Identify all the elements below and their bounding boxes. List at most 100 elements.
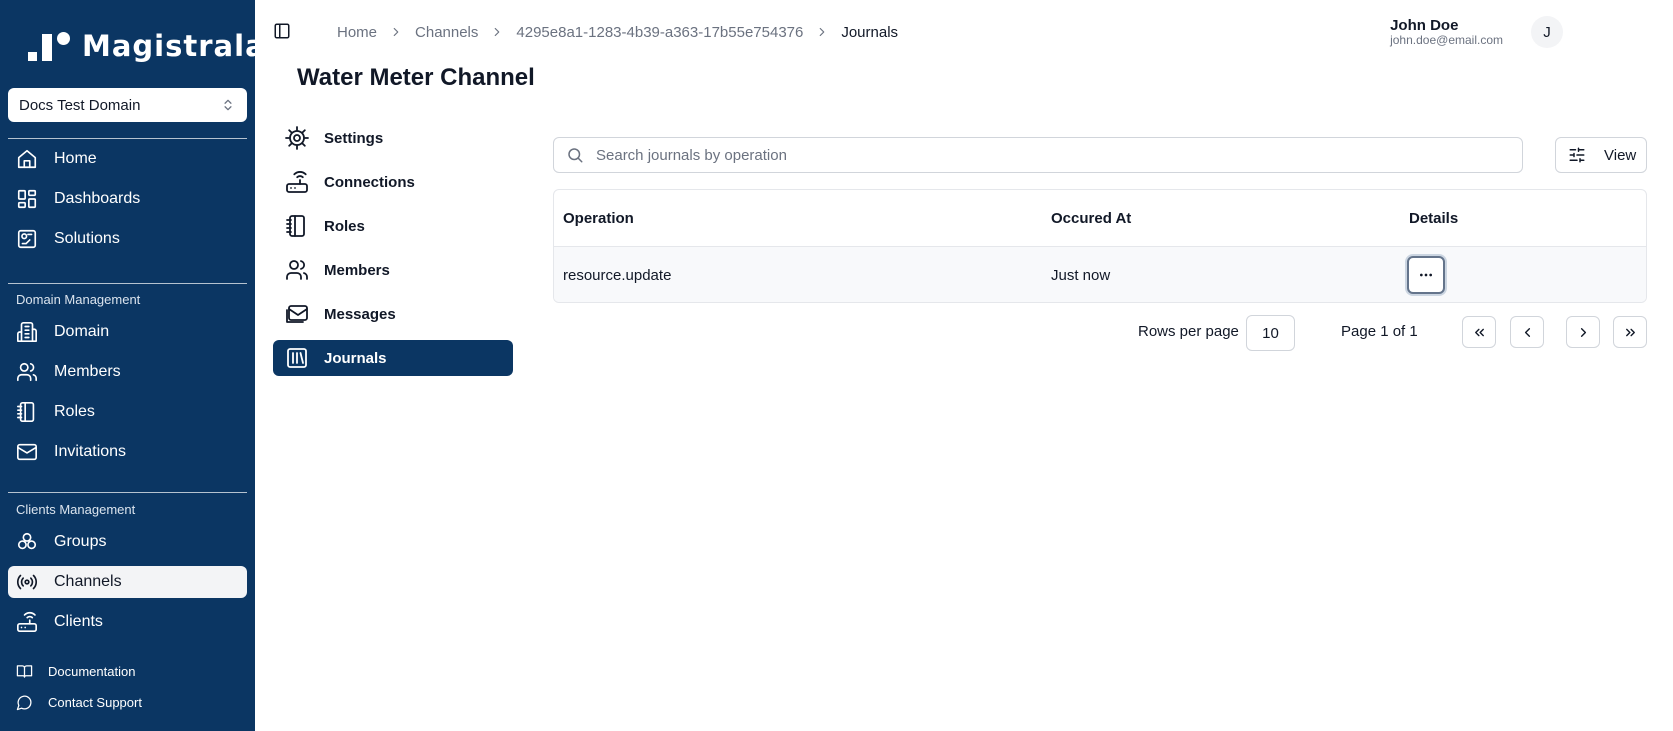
subnav-label: Journals <box>324 349 387 367</box>
sidebar-item-groups[interactable]: Groups <box>8 526 247 558</box>
section-label-domain: Domain Management <box>16 292 141 307</box>
subnav-settings[interactable]: Settings <box>273 120 513 156</box>
radio-icon <box>16 574 38 590</box>
journals-table: Operation Occured At Details resource.up… <box>553 189 1647 303</box>
chevrons-right-icon <box>1625 328 1635 336</box>
subnav-journals[interactable]: Journals <box>273 340 513 376</box>
sidebar-item-domain[interactable]: Domain <box>8 316 247 348</box>
chevrons-up-down-icon <box>224 99 232 111</box>
sidebar-item-channels[interactable]: Channels <box>8 566 247 598</box>
avatar[interactable]: J <box>1531 16 1563 48</box>
magistrala-logo-icon <box>26 28 74 64</box>
breadcrumb-channels[interactable]: Channels <box>415 24 478 41</box>
sidebar-item-label: Roles <box>54 403 95 420</box>
view-button[interactable]: View <box>1555 137 1647 173</box>
page-indicator: Page 1 of 1 <box>1341 323 1418 340</box>
subnav-roles[interactable]: Roles <box>273 208 513 244</box>
chat-icon <box>16 695 32 710</box>
subnav-connections[interactable]: Connections <box>273 164 513 200</box>
users-icon <box>17 362 37 382</box>
cell-operation: resource.update <box>563 266 672 284</box>
chevron-right-icon <box>495 27 500 37</box>
domain-selector-value: Docs Test Domain <box>19 96 141 114</box>
subnav-label: Settings <box>324 129 384 147</box>
table-row[interactable]: resource.update Just now <box>554 247 1646 302</box>
domain-selector[interactable]: Docs Test Domain <box>8 88 247 122</box>
sidebar-link-documentation[interactable]: Documentation <box>16 659 246 683</box>
sidebar-item-roles[interactable]: Roles <box>8 396 247 428</box>
brand-name: Magistrala <box>82 29 266 63</box>
search-icon <box>568 148 583 163</box>
page-title: Water Meter Channel <box>297 64 535 91</box>
view-button-label: View <box>1604 146 1637 164</box>
search-input[interactable] <box>596 146 1496 164</box>
sidebar-link-contact-support[interactable]: Contact Support <box>16 690 246 714</box>
sidebar-item-label: Dashboards <box>54 190 141 207</box>
last-page-button[interactable] <box>1613 316 1647 348</box>
next-page-button[interactable] <box>1566 316 1600 348</box>
groups-icon <box>17 532 37 550</box>
brand-logo[interactable]: Magistrala <box>26 26 266 66</box>
search-box[interactable] <box>553 137 1523 173</box>
subnav-label: Roles <box>324 217 365 235</box>
sidebar-item-label: Channels <box>54 573 122 590</box>
chevron-right-icon <box>820 27 825 37</box>
details-button[interactable] <box>1407 256 1445 294</box>
gear-icon <box>285 126 309 150</box>
router-icon <box>17 611 37 632</box>
column-header-occurred-at[interactable]: Occured At <box>1051 210 1131 227</box>
sidebar-item-members[interactable]: Members <box>8 356 247 388</box>
router-icon <box>286 171 308 193</box>
section-label-clients: Clients Management <box>16 502 136 517</box>
subnav-messages[interactable]: Messages <box>273 296 513 332</box>
dashboard-icon <box>17 189 37 209</box>
user-email: john.doe@email.com <box>1390 33 1503 47</box>
sidebar-item-label: Groups <box>54 533 107 550</box>
subnav-members[interactable]: Members <box>273 252 513 288</box>
solutions-icon <box>17 229 37 249</box>
sidebar-item-clients[interactable]: Clients <box>8 606 247 638</box>
users-icon <box>286 260 308 280</box>
sidebar-item-label: Solutions <box>54 230 120 247</box>
rows-per-page-label: Rows per page <box>1138 323 1239 340</box>
breadcrumb-home[interactable]: Home <box>337 24 377 41</box>
chevron-right-icon <box>1580 327 1586 337</box>
breadcrumb: Home Channels 4295e8a1-1283-4b39-a363-17… <box>337 22 898 42</box>
sidebar-item-invitations[interactable]: Invitations <box>8 436 247 468</box>
sliders-icon <box>1569 147 1585 163</box>
sidebar-toggle-button[interactable] <box>273 22 293 42</box>
mail-icon <box>286 305 308 323</box>
home-icon <box>17 149 37 169</box>
sidebar: Magistrala Docs Test Domain Home Dashboa… <box>0 0 265 731</box>
chevron-left-icon <box>1524 327 1530 337</box>
notebook-icon <box>17 402 35 422</box>
first-page-button[interactable] <box>1462 316 1496 348</box>
user-info[interactable]: John Doe john.doe@email.com <box>1390 17 1503 47</box>
cell-occurred-at: Just now <box>1051 266 1111 284</box>
sidebar-item-home[interactable]: Home <box>8 143 247 175</box>
ellipsis-icon <box>1420 273 1432 277</box>
subnav-label: Messages <box>324 305 396 323</box>
column-header-operation[interactable]: Operation <box>563 210 634 227</box>
mail-icon <box>17 443 37 461</box>
previous-page-button[interactable] <box>1510 316 1544 348</box>
sidebar-item-dashboards[interactable]: Dashboards <box>8 183 247 215</box>
sidebar-link-label: Documentation <box>48 663 136 679</box>
sidebar-item-label: Members <box>54 363 121 380</box>
panel-left-icon <box>274 23 290 39</box>
subnav-label: Connections <box>324 173 415 191</box>
sidebar-link-label: Contact Support <box>48 694 142 710</box>
sidebar-divider <box>8 283 247 284</box>
breadcrumb-channel-id[interactable]: 4295e8a1-1283-4b39-a363-17b55e754376 <box>516 24 803 41</box>
rows-per-page-select[interactable]: 10 <box>1246 315 1295 351</box>
column-header-details: Details <box>1409 209 1459 227</box>
chevrons-left-icon <box>1474 328 1484 336</box>
table-header: Operation Occured At Details <box>554 190 1646 247</box>
sidebar-item-solutions[interactable]: Solutions <box>8 223 247 255</box>
user-name: John Doe <box>1390 17 1459 34</box>
notebook-icon <box>286 215 305 237</box>
building-icon <box>17 322 37 342</box>
subnav-label: Members <box>324 261 390 279</box>
sidebar-divider <box>8 138 247 139</box>
sidebar-item-label: Home <box>54 150 97 167</box>
